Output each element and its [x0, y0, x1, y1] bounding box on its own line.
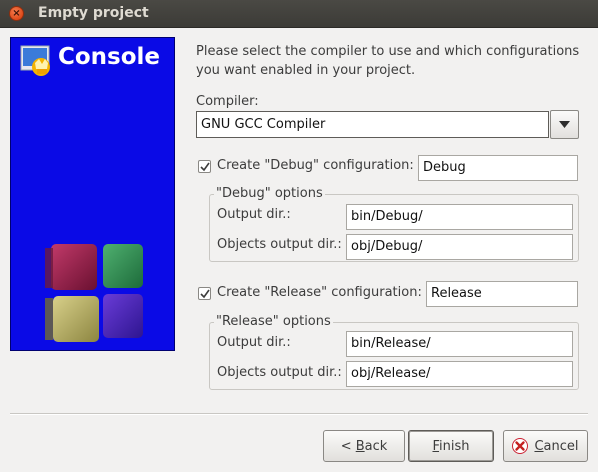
back-button[interactable]: < Back [323, 430, 405, 462]
window-title: Empty project [38, 5, 149, 21]
close-icon[interactable]: × [9, 6, 24, 21]
debug-objects-field[interactable]: obj/Debug/ [346, 234, 573, 260]
debug-checkbox-label[interactable]: Create "Debug" configuration: [217, 158, 414, 173]
title-bar: × Empty project [0, 0, 598, 28]
release-objects-field[interactable]: obj/Release/ [346, 361, 573, 387]
codeblocks-console-icon [20, 45, 50, 76]
debug-output-field[interactable]: bin/Debug/ [346, 204, 573, 230]
release-checkbox[interactable] [198, 287, 211, 300]
button-separator [10, 413, 588, 415]
cancel-icon [512, 438, 529, 454]
release-checkbox-label[interactable]: Create "Release" configuration: [217, 285, 422, 300]
debug-name-field[interactable]: Debug [418, 155, 578, 181]
intro-line-2: you want enabled in your project. [196, 63, 416, 78]
cancel-button[interactable]: Cancel [503, 430, 588, 462]
compiler-dropdown-button[interactable] [550, 110, 579, 139]
release-output-field[interactable]: bin/Release/ [346, 331, 573, 357]
compiler-select[interactable]: GNU GCC Compiler [196, 111, 549, 138]
banner-title: Console [58, 44, 161, 70]
back-button-label: < Back [340, 438, 388, 454]
checkmark-icon [200, 162, 210, 172]
release-options-title: "Release" options [214, 314, 333, 329]
wizard-banner: Console [10, 37, 175, 351]
release-objects-label: Objects output dir.: [217, 365, 342, 380]
finish-button-label: Finish [432, 438, 470, 454]
debug-objects-label: Objects output dir.: [217, 237, 342, 252]
release-output-label: Output dir.: [217, 335, 291, 350]
release-name-field[interactable]: Release [426, 281, 578, 307]
debug-checkbox[interactable] [198, 160, 211, 173]
debug-output-label: Output dir.: [217, 207, 291, 222]
intro-text: Please select the compiler to use and wh… [196, 42, 591, 80]
compiler-label: Compiler: [196, 94, 259, 109]
codeblocks-cubes-icon [45, 244, 143, 342]
cancel-button-label: Cancel [534, 438, 579, 454]
checkmark-icon [200, 289, 210, 299]
finish-button[interactable]: Finish [408, 430, 494, 462]
dropdown-arrow-icon [559, 121, 570, 128]
debug-options-title: "Debug" options [214, 186, 325, 201]
intro-line-1: Please select the compiler to use and wh… [196, 44, 580, 59]
